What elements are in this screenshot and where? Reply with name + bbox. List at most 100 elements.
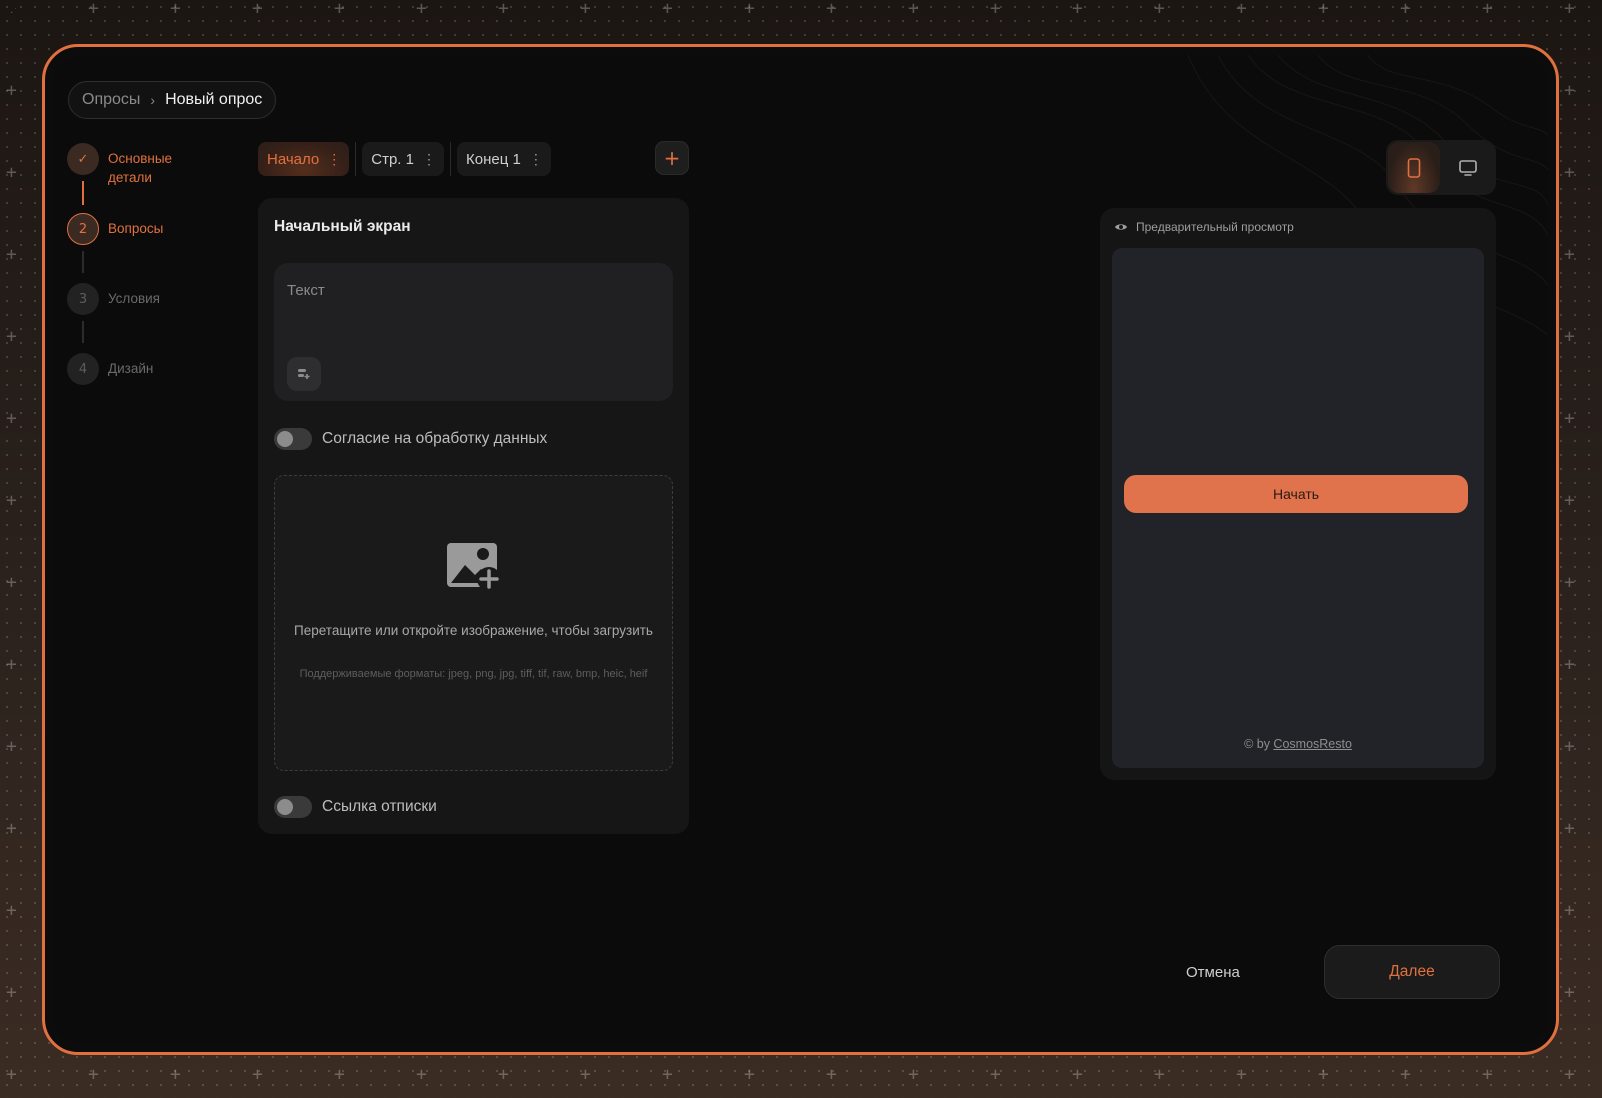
cancel-button[interactable]: Отмена bbox=[1164, 957, 1262, 987]
tab-label: Конец 1 bbox=[466, 150, 521, 168]
tab-divider bbox=[450, 142, 451, 176]
text-placeholder: Текст bbox=[287, 282, 325, 299]
start-survey-button[interactable]: Начать bbox=[1124, 475, 1468, 513]
consent-toggle-label: Согласие на обработку данных bbox=[322, 430, 548, 447]
plus-pattern-mark: + bbox=[662, 1064, 673, 1085]
plus-pattern-mark: + bbox=[1564, 900, 1575, 921]
plus-pattern-mark: + bbox=[662, 0, 673, 19]
dropzone-formats-hint: Поддерживаемые форматы: jpeg, png, jpg, … bbox=[299, 668, 648, 680]
plus-pattern-mark: + bbox=[1564, 572, 1575, 593]
desktop-icon bbox=[1459, 159, 1477, 176]
plus-pattern-mark: + bbox=[1564, 326, 1575, 347]
plus-pattern-mark: + bbox=[1564, 982, 1575, 1003]
plus-pattern-mark: + bbox=[744, 0, 755, 19]
preview-footer: © by CosmosResto bbox=[1112, 737, 1484, 751]
plus-pattern-mark: + bbox=[6, 982, 17, 1003]
plus-pattern-mark: + bbox=[1482, 1064, 1493, 1085]
plus-pattern-mark: + bbox=[6, 490, 17, 511]
brand-link[interactable]: CosmosResto bbox=[1273, 737, 1352, 751]
more-vertical-icon[interactable]: ⋮ bbox=[422, 151, 436, 168]
breadcrumb-parent-link[interactable]: Опросы bbox=[82, 91, 140, 109]
preview-screen: Начать © by CosmosResto bbox=[1112, 248, 1484, 768]
plus-pattern-mark: + bbox=[1564, 818, 1575, 839]
device-preview-toggle bbox=[1386, 140, 1496, 195]
step-conditions[interactable]: 3 Условия bbox=[67, 283, 160, 315]
plus-pattern-mark: + bbox=[1318, 1064, 1329, 1085]
plus-pattern-mark: + bbox=[334, 0, 345, 19]
plus-pattern-mark: + bbox=[6, 326, 17, 347]
image-add-icon bbox=[447, 543, 501, 591]
editor-title: Начальный экран bbox=[274, 218, 411, 235]
step-label: Дизайн bbox=[108, 361, 154, 376]
plus-pattern-mark: + bbox=[6, 736, 17, 757]
plus-pattern-mark: + bbox=[6, 408, 17, 429]
plus-pattern-mark: + bbox=[1236, 0, 1247, 19]
plus-pattern-mark: + bbox=[1482, 0, 1493, 19]
step-questions[interactable]: 2 Вопросы bbox=[67, 213, 163, 245]
consent-toggle-row: Согласие на обработку данных bbox=[274, 428, 547, 450]
text-input[interactable]: Текст bbox=[274, 263, 673, 401]
plus-pattern-mark: + bbox=[416, 0, 427, 19]
image-dropzone[interactable]: Перетащите или откройте изображение, что… bbox=[274, 475, 673, 771]
more-vertical-icon[interactable]: ⋮ bbox=[529, 151, 543, 168]
dropzone-text: Перетащите или откройте изображение, что… bbox=[294, 623, 653, 638]
plus-pattern-mark: + bbox=[1154, 0, 1165, 19]
mobile-preview-button[interactable] bbox=[1388, 142, 1440, 193]
plus-pattern-mark: + bbox=[1236, 1064, 1247, 1085]
next-button[interactable]: Далее bbox=[1324, 945, 1500, 999]
text-style-icon bbox=[298, 369, 310, 379]
preview-header: Предварительный просмотр bbox=[1114, 220, 1294, 234]
mobile-icon bbox=[1407, 157, 1421, 178]
plus-pattern-mark: + bbox=[170, 0, 181, 19]
text-style-button[interactable] bbox=[287, 357, 321, 391]
step-connector bbox=[82, 251, 84, 273]
plus-pattern-mark: + bbox=[908, 0, 919, 19]
plus-pattern-mark: + bbox=[1072, 1064, 1083, 1085]
step-basic-details[interactable]: ✓ Основные детали bbox=[67, 143, 208, 187]
consent-toggle[interactable] bbox=[274, 428, 312, 450]
tab-end-1[interactable]: Конец 1 ⋮ bbox=[457, 142, 551, 176]
tab-start[interactable]: Начало ⋮ bbox=[258, 142, 350, 176]
step-connector bbox=[82, 321, 84, 343]
tab-page-1[interactable]: Стр. 1 ⋮ bbox=[362, 142, 444, 176]
plus-pattern-mark: + bbox=[1564, 736, 1575, 757]
plus-pattern-mark: + bbox=[1564, 244, 1575, 265]
start-screen-editor: Начальный экран Текст Согласие на обрабо… bbox=[258, 198, 689, 834]
plus-pattern-mark: + bbox=[1154, 1064, 1165, 1085]
add-page-button[interactable]: + bbox=[655, 141, 689, 175]
plus-pattern-mark: + bbox=[252, 0, 263, 19]
plus-pattern-mark: + bbox=[6, 244, 17, 265]
plus-pattern-mark: + bbox=[1564, 80, 1575, 101]
plus-pattern-mark: + bbox=[990, 0, 1001, 19]
app-background: + + + + + + + + + + + + + + + + + + + + + + + + + + + + + + + + + + + + + + + +… bbox=[0, 0, 1602, 1098]
more-vertical-icon[interactable]: ⋮ bbox=[327, 151, 341, 168]
step-design[interactable]: 4 Дизайн bbox=[67, 353, 153, 385]
unsubscribe-toggle-row: Ссылка отписки bbox=[274, 796, 437, 818]
plus-pattern-mark: + bbox=[416, 1064, 427, 1085]
plus-pattern-mark: + bbox=[580, 1064, 591, 1085]
preview-title: Предварительный просмотр bbox=[1136, 220, 1294, 234]
plus-pattern-mark: + bbox=[1400, 1064, 1411, 1085]
plus-pattern-mark: + bbox=[498, 1064, 509, 1085]
plus-pattern-mark: + bbox=[1564, 1064, 1575, 1085]
plus-pattern-mark: + bbox=[6, 0, 17, 19]
tab-label: Начало bbox=[267, 150, 320, 168]
plus-pattern-mark: + bbox=[6, 654, 17, 675]
desktop-preview-button[interactable] bbox=[1442, 142, 1494, 193]
plus-pattern-mark: + bbox=[170, 1064, 181, 1085]
plus-pattern-mark: + bbox=[252, 1064, 263, 1085]
breadcrumb-current: Новый опрос bbox=[165, 91, 263, 108]
plus-pattern-mark: + bbox=[744, 1064, 755, 1085]
eye-icon bbox=[1115, 224, 1127, 230]
unsubscribe-toggle[interactable] bbox=[274, 796, 312, 818]
plus-pattern-mark: + bbox=[6, 80, 17, 101]
chevron-right-icon: › bbox=[150, 92, 156, 108]
plus-pattern-mark: + bbox=[498, 0, 509, 19]
plus-pattern-mark: + bbox=[6, 818, 17, 839]
step-number: 2 bbox=[67, 213, 99, 245]
plus-pattern-mark: + bbox=[1072, 0, 1083, 19]
plus-pattern-mark: + bbox=[990, 1064, 1001, 1085]
tab-label: Стр. 1 bbox=[371, 150, 414, 168]
step-label: Вопросы bbox=[108, 221, 164, 236]
check-icon: ✓ bbox=[67, 143, 99, 175]
